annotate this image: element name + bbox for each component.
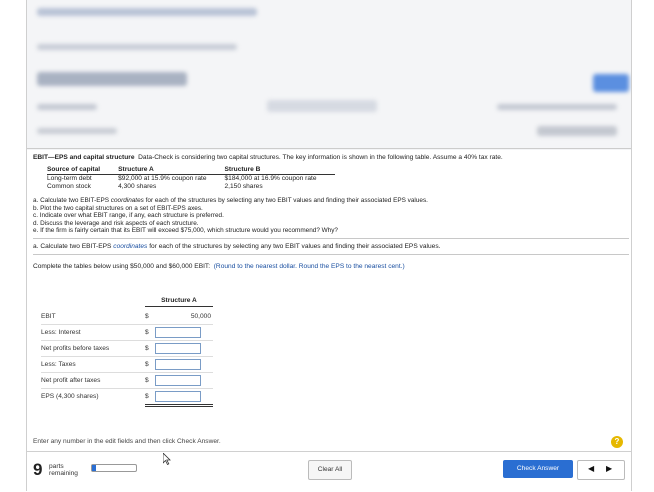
table-row: Net profit after taxes $ [41, 374, 221, 388]
col-header: Structure B [224, 166, 335, 175]
table-row: EPS (4,300 shares) $ [41, 390, 221, 407]
task-e: e. If the firm is fairly certain that it… [33, 227, 338, 235]
task-d: d. Discuss the leverage and risk aspects… [33, 219, 199, 227]
check-answer-button[interactable]: Check Answer [503, 460, 573, 478]
interest-input[interactable] [155, 327, 201, 338]
answer-instruction: Enter any number in the edit fields and … [33, 438, 221, 445]
table-row: Less: Taxes $ [41, 358, 221, 372]
table-row: Long-term debt $92,000 at 15.9% coupon r… [47, 175, 335, 184]
taxes-input[interactable] [155, 359, 201, 370]
rounding-hint: (Round to the nearest dollar. Round the … [213, 262, 405, 270]
current-task: a. Calculate two EBIT-EPS coordinates fo… [33, 242, 441, 250]
table-cell: Common stock [47, 183, 91, 190]
homework-frame: EBIT—EPS and capital structure Data-Chec… [26, 0, 632, 492]
problem-statement: EBIT—EPS and capital structure Data-Chec… [33, 153, 629, 162]
complete-instruction: Complete the tables below using $50,000 … [33, 262, 405, 270]
divider [33, 237, 629, 239]
parts-remaining-label: parts remaining [49, 463, 78, 477]
next-arrow-icon[interactable]: ▶ [606, 464, 612, 473]
problem-title: EBIT—EPS and capital structure [33, 154, 135, 161]
blurred-header [27, 0, 631, 150]
table-header-row: Source of capital Structure A Structure … [47, 166, 335, 175]
table-cell: $92,000 at 15.9% coupon rate [118, 175, 207, 182]
progress-fill [92, 465, 97, 471]
net-profits-before-taxes-input[interactable] [155, 343, 201, 354]
footer-bar: 9 parts remaining Clear All Check Answer … [27, 451, 631, 492]
task-b: b. Plot the two capital structures on a … [33, 204, 203, 212]
capital-structure-table: Source of capital Structure A Structure … [47, 166, 335, 191]
prev-arrow-icon[interactable]: ◀ [588, 464, 594, 473]
ebit-value: 50,000 [190, 313, 211, 320]
table-cell: 2,150 shares [224, 183, 263, 190]
task-c: c. Indicate over what EBIT range, if any… [33, 212, 224, 220]
question-nav: ◀ ▶ [577, 460, 625, 480]
progress-bar [91, 464, 137, 472]
help-icon[interactable]: ? [611, 436, 623, 448]
mouse-pointer-icon [162, 452, 171, 468]
table-cell: $184,000 at 16.9% coupon rate [224, 175, 317, 182]
parts-remaining-count: 9 [33, 460, 43, 479]
problem-content: EBIT—EPS and capital structure Data-Chec… [33, 150, 629, 271]
problem-description: Data-Check is considering two capital st… [138, 154, 503, 161]
net-profit-after-taxes-input[interactable] [155, 375, 201, 386]
table-cell: Long-term debt [47, 175, 92, 182]
divider [33, 253, 629, 255]
eps-input[interactable] [155, 391, 201, 402]
table-row: Common stock 4,300 shares 2,150 shares [47, 183, 335, 191]
table-cell: 4,300 shares [118, 183, 157, 190]
task-list: a. Calculate two EBIT-EPS coordinates fo… [33, 197, 629, 235]
structure-a-header: Structure A [161, 297, 197, 304]
col-header: Structure A [118, 166, 225, 175]
table-row: EBIT $ 50,000 [41, 310, 221, 325]
col-header: Source of capital [47, 166, 119, 175]
task-a: a. Calculate two EBIT-EPS coordinates fo… [33, 197, 428, 204]
table-row: Net profits before taxes $ [41, 342, 221, 356]
table-row: Less: Interest $ [41, 326, 221, 340]
clear-all-button[interactable]: Clear All [308, 460, 352, 480]
